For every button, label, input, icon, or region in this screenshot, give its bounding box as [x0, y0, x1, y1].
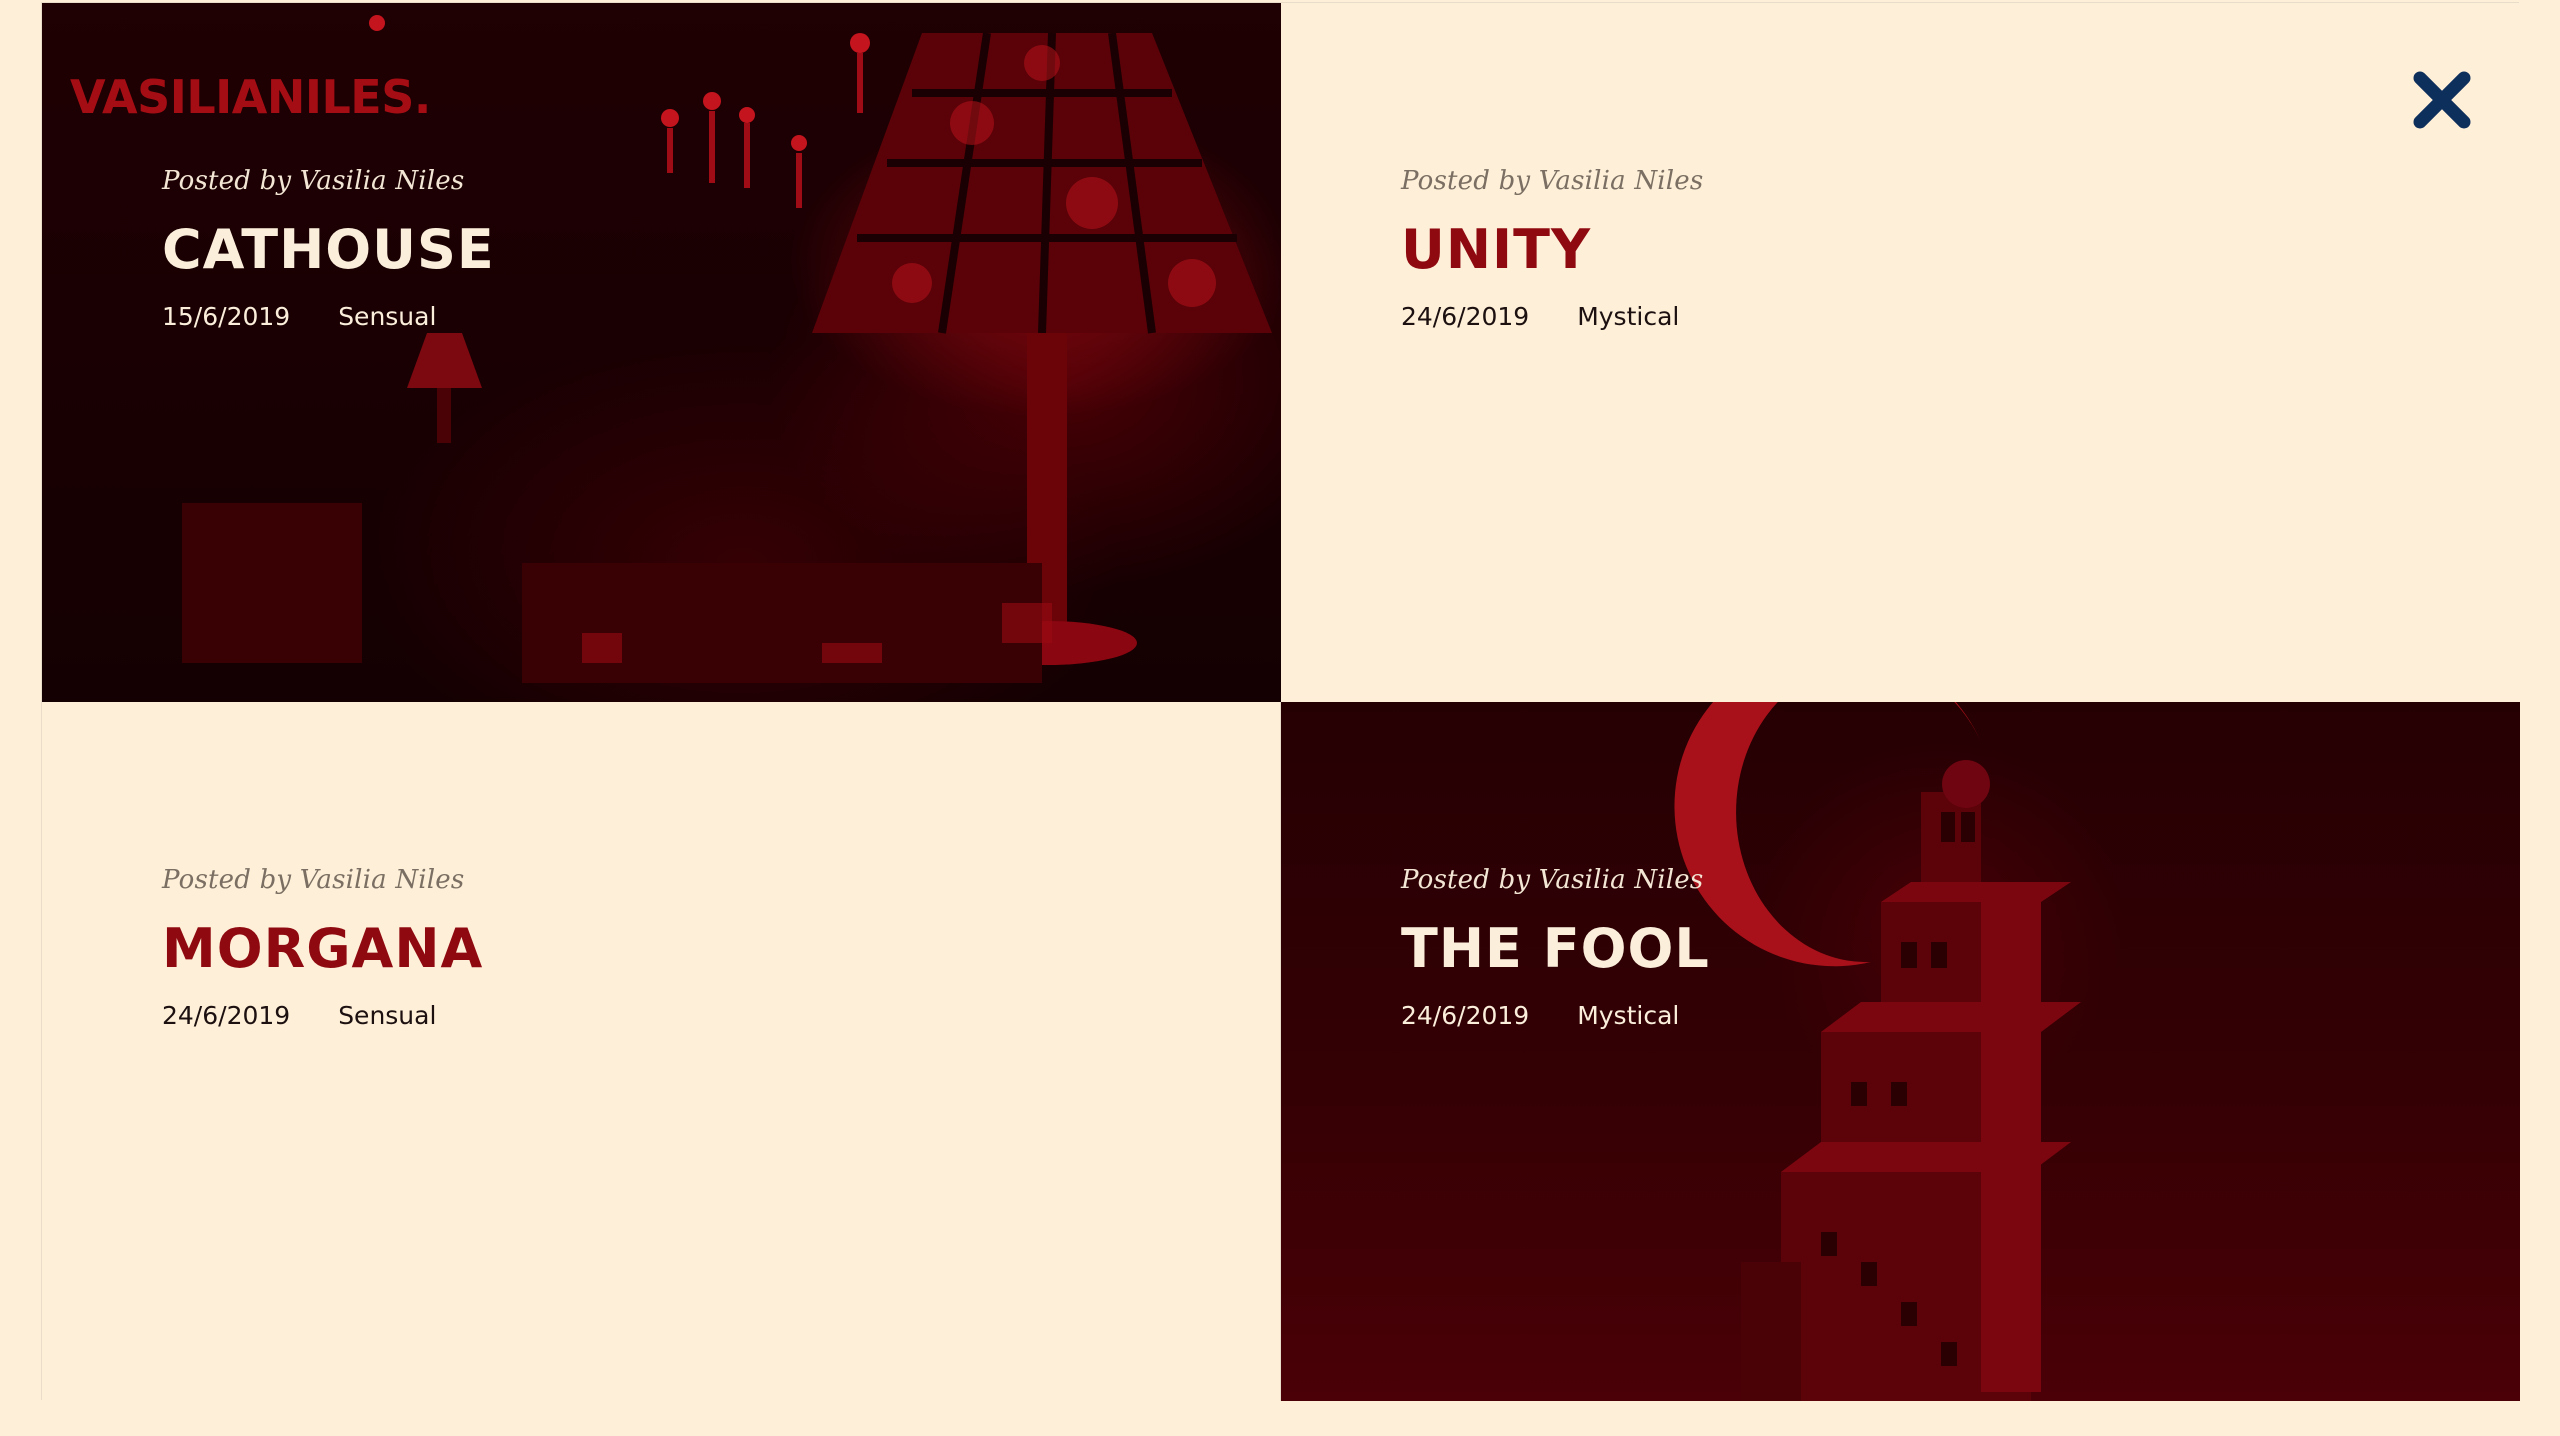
site-logo[interactable]: VASILIANILES.: [70, 70, 431, 124]
post-title[interactable]: UNITY: [1401, 218, 1703, 282]
post-meta: 24/6/2019 Mystical: [1401, 302, 1703, 331]
post-date: 15/6/2019: [162, 302, 291, 331]
post-content: Posted by Vasilia Niles MORGANA 24/6/201…: [162, 865, 483, 1030]
post-date: 24/6/2019: [162, 1001, 291, 1030]
close-icon: [2413, 71, 2471, 129]
post-card-the-fool[interactable]: Posted by Vasilia Niles THE FOOL 24/6/20…: [1281, 702, 2520, 1401]
post-card-unity[interactable]: Posted by Vasilia Niles UNITY 24/6/2019 …: [1281, 3, 2520, 702]
post-author: Posted by Vasilia Niles: [162, 865, 465, 895]
post-date: 24/6/2019: [1401, 1001, 1530, 1030]
post-author: Posted by Vasilia Niles: [1401, 166, 1704, 196]
post-title[interactable]: MORGANA: [162, 917, 483, 981]
post-category[interactable]: Mystical: [1577, 302, 1679, 331]
post-meta: 15/6/2019 Sensual: [162, 302, 495, 331]
post-author: Posted by Vasilia Niles: [1401, 865, 1704, 895]
post-meta: 24/6/2019 Sensual: [162, 1001, 483, 1030]
post-title[interactable]: THE FOOL: [1401, 917, 1710, 981]
post-category[interactable]: Sensual: [338, 1001, 436, 1030]
post-author: Posted by Vasilia Niles: [162, 166, 465, 196]
post-title[interactable]: CATHOUSE: [162, 218, 495, 282]
post-date: 24/6/2019: [1401, 302, 1530, 331]
post-meta: 24/6/2019 Mystical: [1401, 1001, 1710, 1030]
posts-grid: Posted by Vasilia Niles CATHOUSE 15/6/20…: [41, 2, 2520, 1401]
tower-scene-image: [1674, 702, 2081, 1401]
post-category[interactable]: Mystical: [1577, 1001, 1679, 1030]
post-content: Posted by Vasilia Niles CATHOUSE 15/6/20…: [162, 166, 495, 331]
post-content: Posted by Vasilia Niles THE FOOL 24/6/20…: [1401, 865, 1710, 1030]
post-card-morgana[interactable]: Posted by Vasilia Niles MORGANA 24/6/201…: [42, 702, 1281, 1401]
post-category[interactable]: Sensual: [338, 302, 436, 331]
post-content: Posted by Vasilia Niles UNITY 24/6/2019 …: [1401, 166, 1703, 331]
close-button[interactable]: [2410, 68, 2474, 132]
